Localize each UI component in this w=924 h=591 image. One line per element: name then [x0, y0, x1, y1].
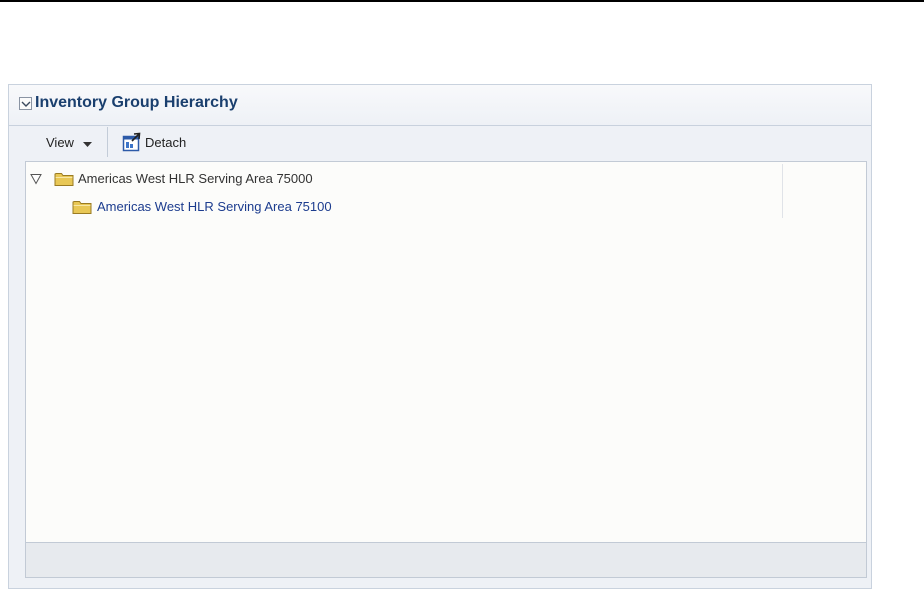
- tree-node-label[interactable]: Americas West HLR Serving Area 75000: [78, 171, 313, 186]
- chevron-down-icon[interactable]: [19, 97, 32, 110]
- view-menu-label: View: [46, 135, 74, 150]
- tree-column-divider: [782, 164, 783, 218]
- hierarchy-tree[interactable]: Americas West HLR Serving Area 75000 Ame…: [25, 161, 867, 543]
- expanded-triangle-icon[interactable]: [30, 173, 42, 185]
- toolbar: View Detach: [9, 126, 871, 159]
- detach-icon: [122, 132, 142, 152]
- top-divider: [0, 0, 924, 2]
- panel-title: Inventory Group Hierarchy: [35, 94, 238, 111]
- toolbar-separator: [107, 127, 108, 157]
- panel-header: Inventory Group Hierarchy: [9, 85, 871, 126]
- folder-icon: [54, 171, 74, 187]
- inventory-group-panel: Inventory Group Hierarchy View Detach Am…: [8, 84, 872, 589]
- status-bar: [25, 543, 867, 578]
- tree-node-link[interactable]: Americas West HLR Serving Area 75100: [97, 199, 332, 214]
- folder-icon: [72, 199, 92, 215]
- detach-label: Detach: [145, 135, 187, 150]
- caret-down-icon: [82, 136, 92, 151]
- view-menu-button[interactable]: View: [46, 135, 92, 151]
